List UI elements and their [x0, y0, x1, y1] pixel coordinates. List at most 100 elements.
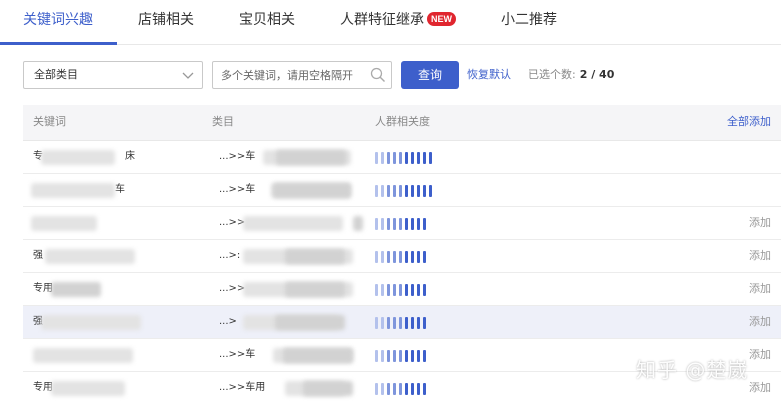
relevance-bar	[417, 317, 420, 329]
relevance-bar	[411, 251, 414, 263]
relevance-bar	[423, 350, 426, 362]
redacted-text	[45, 249, 135, 264]
relevance-bar	[387, 317, 390, 329]
redacted-text	[303, 381, 353, 396]
keyword-cell: 专用	[33, 382, 53, 393]
category-select[interactable]: 全部类目	[23, 61, 203, 89]
redacted-text	[33, 348, 133, 363]
category-cell: ...>>	[219, 283, 246, 294]
search-icon[interactable]	[369, 66, 387, 84]
redacted-text	[353, 216, 363, 231]
relevance-bar	[393, 383, 396, 395]
keyword-search-box	[212, 61, 392, 89]
relevance-bar	[393, 152, 396, 164]
redacted-text	[243, 216, 343, 231]
redacted-text	[31, 216, 97, 231]
relevance-bar	[399, 350, 402, 362]
keyword-cell: 强	[33, 250, 43, 261]
relevance-bar	[423, 383, 426, 395]
relevance-bar	[405, 152, 408, 164]
relevance-bar	[375, 185, 378, 197]
keyword-cell: 专用	[33, 283, 53, 294]
relevance-bar	[405, 185, 408, 197]
relevance-bar	[381, 218, 384, 230]
chevron-down-icon	[182, 72, 194, 79]
add-all-link[interactable]: 全部添加	[727, 105, 771, 139]
selected-count: 已选个数: 2 / 40	[528, 61, 614, 89]
selected-count-label: 已选个数:	[528, 68, 576, 81]
relevance-bar	[381, 317, 384, 329]
watermark-text: 知乎 @楚崴	[636, 358, 749, 382]
tab-shop-related[interactable]: 店铺相关	[138, 0, 194, 45]
redacted-text	[276, 150, 346, 165]
relevance-bar	[375, 152, 378, 164]
relevance-bar	[387, 383, 390, 395]
relevance-bar	[411, 350, 414, 362]
add-keyword-link[interactable]: 添加	[749, 339, 771, 371]
category-cell: ...>>车	[219, 151, 256, 162]
relevance-bar	[423, 152, 426, 164]
keyword-search-input[interactable]	[213, 62, 363, 88]
add-keyword-link[interactable]: 添加	[749, 273, 771, 305]
keyword-cell-suffix: 床	[125, 151, 135, 162]
relevance-bar	[405, 317, 408, 329]
tab-crowd-feature[interactable]: 人群特征继承 NEW	[340, 0, 456, 45]
category-cell: ...>	[219, 316, 237, 327]
relevance-bar	[399, 317, 402, 329]
redacted-text	[285, 249, 345, 264]
tab-item-related[interactable]: 宝贝相关	[239, 0, 295, 45]
relevance-bar	[399, 152, 402, 164]
relevance-bar	[399, 185, 402, 197]
relevance-bar	[423, 317, 426, 329]
relevance-bar	[411, 284, 414, 296]
relevance-bar	[381, 350, 384, 362]
tab-keyword-interest[interactable]: 关键词兴趣	[23, 0, 93, 45]
relevance-meter	[375, 383, 445, 395]
relevance-bar	[405, 350, 408, 362]
category-cell: ...>>车用	[219, 382, 266, 393]
keyword-cell-suffix: 车	[115, 184, 125, 195]
relevance-meter	[375, 218, 445, 230]
tab-staff-recommend[interactable]: 小二推荐	[501, 0, 557, 45]
column-category: 类目	[212, 115, 234, 128]
relevance-bar	[375, 317, 378, 329]
relevance-bar	[423, 284, 426, 296]
add-keyword-link[interactable]: 添加	[749, 306, 771, 338]
query-button[interactable]: 查询	[401, 61, 459, 89]
category-cell: ...>:	[219, 250, 241, 261]
category-cell: ...>>车	[219, 184, 256, 195]
relevance-meter	[375, 251, 445, 263]
redacted-text	[41, 315, 141, 330]
category-cell: ...>>车	[219, 349, 256, 360]
relevance-bar	[399, 383, 402, 395]
relevance-bar	[411, 383, 414, 395]
relevance-bar	[417, 185, 420, 197]
relevance-bar	[375, 284, 378, 296]
relevance-bar	[375, 383, 378, 395]
relevance-bar	[393, 251, 396, 263]
column-keyword: 关键词	[33, 115, 66, 128]
relevance-bar	[405, 218, 408, 230]
relevance-bar	[417, 350, 420, 362]
redacted-text	[41, 150, 115, 165]
redacted-text	[283, 348, 353, 363]
relevance-bar	[423, 218, 426, 230]
relevance-bar	[393, 350, 396, 362]
reset-default-link[interactable]: 恢复默认	[467, 61, 511, 89]
relevance-meter	[375, 185, 445, 197]
relevance-bar	[399, 218, 402, 230]
table-row: 专用 ...>> 添加	[23, 273, 781, 306]
relevance-bar	[375, 218, 378, 230]
add-keyword-link[interactable]: 添加	[749, 207, 771, 239]
relevance-bar	[393, 284, 396, 296]
category-cell: ...>>	[219, 217, 246, 228]
add-keyword-link[interactable]: 添加	[749, 240, 771, 272]
relevance-bar	[405, 284, 408, 296]
tab-crowd-feature-label: 人群特征继承	[340, 12, 424, 28]
relevance-bar	[393, 317, 396, 329]
relevance-bar	[411, 317, 414, 329]
relevance-bar	[387, 218, 390, 230]
add-keyword-link[interactable]: 添加	[749, 372, 771, 401]
relevance-meter	[375, 350, 445, 362]
relevance-bar	[387, 152, 390, 164]
